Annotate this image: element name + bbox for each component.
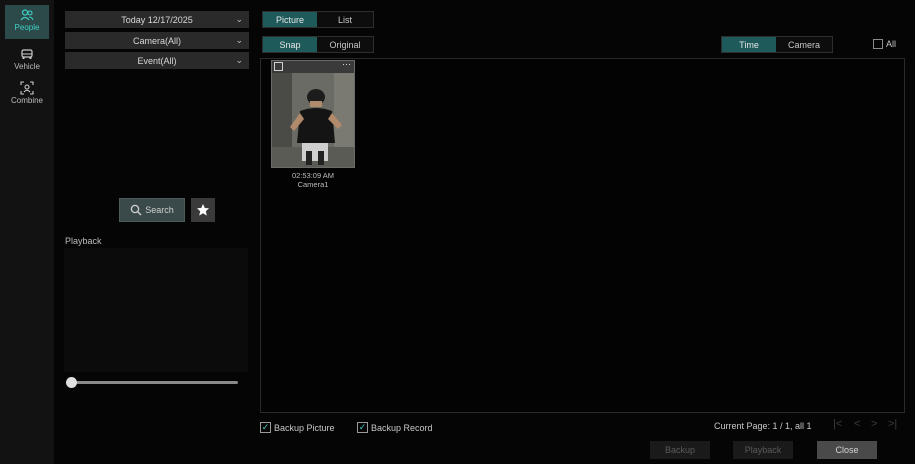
backup-picture-label: Backup Picture: [274, 422, 335, 433]
search-icon: [130, 204, 142, 216]
pagination-info: Current Page: 1 / 1, all 1: [714, 421, 812, 431]
chevron-down-icon: ⌄: [235, 14, 243, 24]
camera-filter-select[interactable]: Camera(All) ⌄: [65, 32, 249, 49]
tab-snap[interactable]: Snap: [263, 37, 317, 52]
snapshot-image: [272, 61, 354, 167]
rail-item-vehicle[interactable]: Vehicle: [5, 44, 49, 78]
rail-item-people[interactable]: People: [5, 5, 49, 39]
result-camera: Camera1: [297, 180, 329, 189]
playback-slider-thumb[interactable]: [66, 377, 77, 388]
playback-label: Playback: [65, 236, 102, 246]
playback-slider-track[interactable]: [72, 381, 238, 384]
image-tabs: Snap Original: [262, 36, 374, 53]
close-button[interactable]: Close: [817, 441, 877, 459]
tab-list[interactable]: List: [317, 12, 373, 27]
next-page-icon[interactable]: >: [871, 418, 877, 430]
tab-time[interactable]: Time: [722, 37, 776, 52]
event-filter-value: Event(All): [137, 55, 177, 66]
search-button[interactable]: Search: [119, 198, 185, 222]
rail-item-combine[interactable]: Combine: [5, 78, 49, 112]
checkmark-icon[interactable]: ✓: [357, 422, 368, 433]
thumbnail-checkbox[interactable]: [274, 62, 283, 71]
left-rail: People Vehicle Combine: [0, 0, 54, 464]
chevron-down-icon: ⌄: [235, 55, 243, 65]
tab-picture[interactable]: Picture: [263, 12, 317, 27]
combine-icon: [20, 81, 34, 95]
tab-original[interactable]: Original: [317, 37, 373, 52]
playback-video-panel: [64, 248, 248, 372]
select-all-checkbox[interactable]: All: [873, 39, 896, 49]
backup-button[interactable]: Backup: [650, 441, 710, 459]
rail-item-combine-label: Combine: [10, 96, 43, 105]
event-filter-select[interactable]: Event(All) ⌄: [65, 52, 249, 69]
sort-tabs: Time Camera: [721, 36, 833, 53]
checkmark-icon[interactable]: ✓: [260, 422, 271, 433]
backup-record-checkbox[interactable]: ✓ Backup Record: [357, 422, 433, 433]
select-all-label: All: [886, 39, 897, 49]
favorite-button[interactable]: [191, 198, 215, 222]
result-time: 02:53:09 AM: [291, 171, 335, 180]
camera-filter-value: Camera(All): [132, 35, 181, 46]
view-tabs: Picture List: [262, 11, 374, 28]
backup-picture-checkbox[interactable]: ✓ Backup Picture: [260, 422, 335, 433]
vehicle-icon: [21, 49, 33, 59]
more-icon[interactable]: ⋯: [342, 61, 351, 70]
select-all-box[interactable]: [873, 39, 883, 49]
star-icon: [197, 204, 209, 216]
first-page-icon[interactable]: |<: [833, 418, 842, 430]
result-thumbnail[interactable]: ⋯: [271, 60, 355, 168]
rail-item-vehicle-label: Vehicle: [14, 62, 40, 71]
people-icon: [20, 9, 34, 21]
last-page-icon[interactable]: >|: [888, 418, 897, 430]
playback-button[interactable]: Playback: [733, 441, 793, 459]
results-grid: [260, 58, 905, 413]
date-filter-select[interactable]: Today 12/17/2025 ⌄: [65, 11, 249, 28]
prev-page-icon[interactable]: <: [854, 418, 860, 430]
backup-record-label: Backup Record: [371, 422, 433, 433]
chevron-down-icon: ⌄: [235, 35, 243, 45]
rail-item-people-label: People: [14, 23, 40, 32]
date-filter-value: Today 12/17/2025: [121, 14, 193, 25]
search-button-label: Search: [145, 205, 174, 215]
tab-camera[interactable]: Camera: [776, 37, 832, 52]
